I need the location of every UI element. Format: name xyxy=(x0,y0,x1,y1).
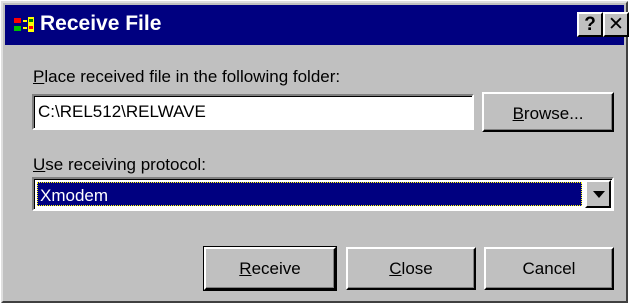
protocol-label: Use receiving protocol: xyxy=(33,155,206,174)
browse-label: Browse... xyxy=(512,104,584,123)
protocol-dropdown-button[interactable] xyxy=(585,180,611,208)
protocol-selected-value: Xmodem xyxy=(40,186,109,205)
transfer-icon xyxy=(14,17,34,32)
close-button[interactable]: Close xyxy=(346,247,476,290)
close-label: Close xyxy=(389,259,433,278)
help-button[interactable]: ? xyxy=(577,12,603,37)
title-bar[interactable]: Receive File ? ✕ xyxy=(5,5,629,45)
help-icon: ? xyxy=(584,14,596,35)
window-title: Receive File xyxy=(40,12,162,35)
chevron-down-icon xyxy=(593,191,605,198)
cancel-button[interactable]: Cancel xyxy=(484,247,614,290)
folder-label: Place received file in the following fol… xyxy=(33,67,341,86)
receive-file-dialog: Receive File ? ✕ Place received file in … xyxy=(1,1,629,303)
protocol-selection-highlight: Xmodem xyxy=(37,182,582,206)
receive-label: Receive xyxy=(239,259,301,278)
folder-path-value: C:\REL512\RELWAVE xyxy=(38,102,206,121)
folder-path-input[interactable]: C:\REL512\RELWAVE xyxy=(32,94,474,130)
receive-button[interactable]: Receive xyxy=(203,246,337,291)
close-window-button[interactable]: ✕ xyxy=(603,12,629,37)
protocol-select[interactable]: Xmodem xyxy=(32,177,614,211)
cancel-label: Cancel xyxy=(522,259,576,278)
browse-button[interactable]: Browse... xyxy=(482,92,614,132)
close-icon: ✕ xyxy=(608,14,624,35)
